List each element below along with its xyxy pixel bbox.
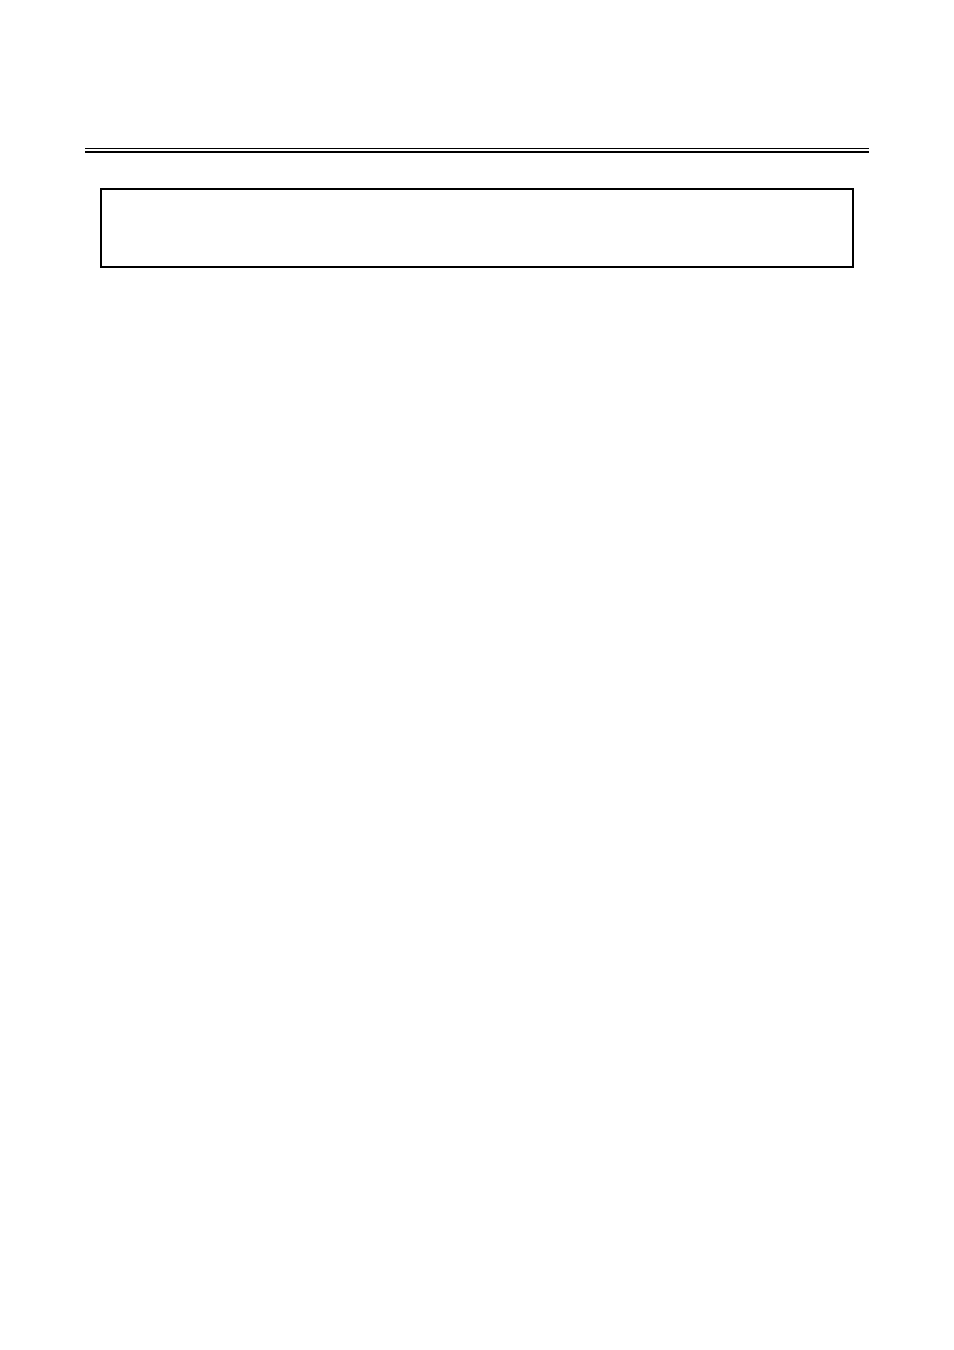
horizontal-double-rule [85, 148, 869, 153]
empty-content-box [100, 188, 854, 268]
page-container [0, 0, 954, 1350]
